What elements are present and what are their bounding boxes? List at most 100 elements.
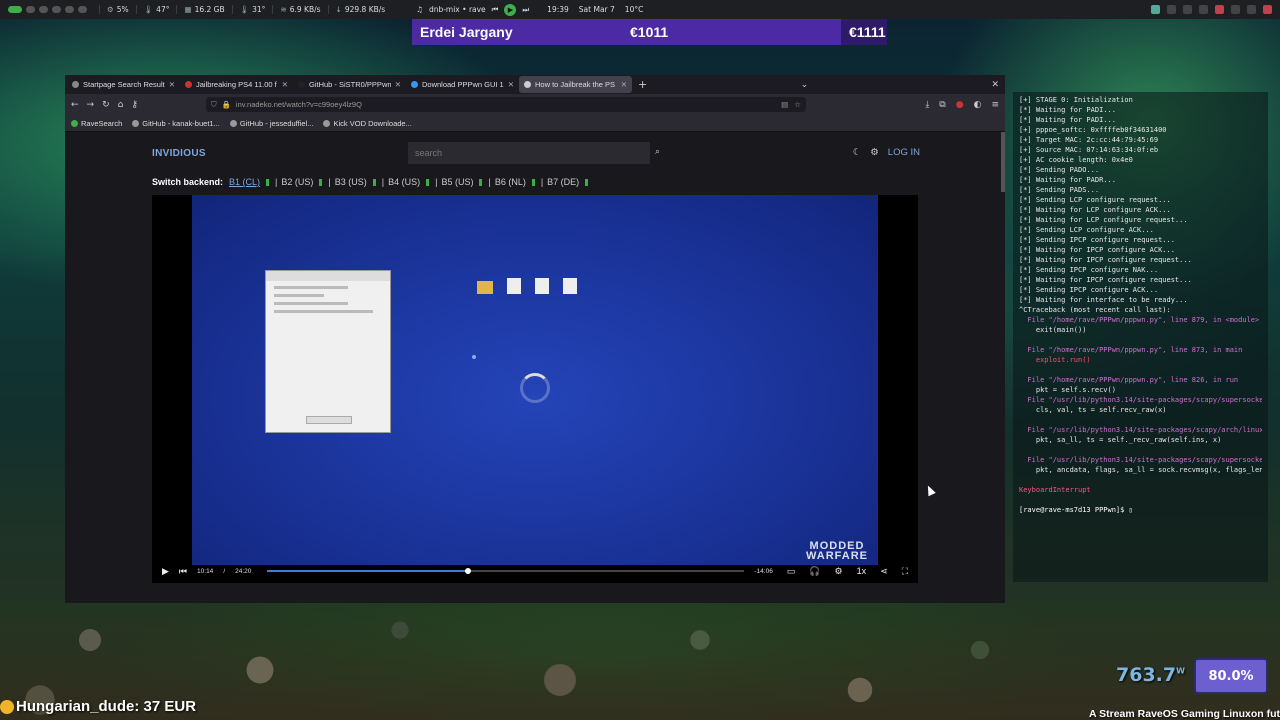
audio-track-icon[interactable]: 🎧 xyxy=(809,566,820,577)
backend-b5[interactable]: B5 (US) xyxy=(441,177,473,187)
video-player[interactable]: MODDED WARFARE ▶ ⏮ 10:14 / 24:20 -14:06 … xyxy=(152,195,918,583)
tray-app-icon[interactable] xyxy=(1215,5,1224,14)
search-input[interactable]: search xyxy=(408,142,650,164)
login-link[interactable]: LOG IN xyxy=(888,147,920,158)
terminal-line: [*] Waiting for IPCP configure request..… xyxy=(1019,276,1192,284)
terminal-line: [+] pppoe_softc: 0xffffeb0f34631400 xyxy=(1019,126,1167,134)
prev-track-icon[interactable]: ⏮ xyxy=(492,5,499,15)
browser-tab-active[interactable]: How to Jailbreak the PS ✕ xyxy=(519,76,632,93)
close-icon[interactable]: ✕ xyxy=(508,80,514,89)
backend-b4[interactable]: B4 (US) xyxy=(388,177,420,187)
address-bar[interactable]: ⛉ 🔒 inv.nadeko.net/watch?v=c99oey4lz9Q ▤… xyxy=(205,97,806,112)
play-icon[interactable]: ▶ xyxy=(162,566,169,577)
donation-goal-banner: Erdei Jargany €1011 €1111 xyxy=(412,19,887,45)
share-icon[interactable]: ⋖ xyxy=(880,566,888,577)
gear-icon[interactable]: ⚙ xyxy=(835,566,843,577)
fullscreen-icon[interactable]: ⛶ xyxy=(902,566,908,577)
thermometer-icon: 🌡 xyxy=(239,5,250,14)
workspace-5[interactable] xyxy=(65,6,74,13)
menu-icon[interactable]: ≡ xyxy=(991,100,999,110)
dark-mode-icon[interactable]: ☾ xyxy=(853,147,862,158)
browser-tab[interactable]: Jailbreaking PS4 11.00 f ✕ xyxy=(180,76,293,93)
close-icon[interactable]: ✕ xyxy=(282,80,288,89)
shield-icon[interactable]: ⛉ xyxy=(211,100,217,110)
seek-bar-handle[interactable] xyxy=(464,568,471,574)
browser-tab[interactable]: Download PPPwn GUI 1 ✕ xyxy=(406,76,519,93)
backend-b1[interactable]: B1 (CL) xyxy=(229,177,260,187)
clock[interactable]: 19:39 Sat Mar 7 10°C xyxy=(547,5,643,14)
reload-icon[interactable]: ↻ xyxy=(102,100,110,110)
bookmark-item[interactable]: GitHub - kanak-buet1... xyxy=(132,119,220,128)
captions-icon[interactable]: ▭ xyxy=(787,566,796,577)
workspace-4[interactable] xyxy=(52,6,61,13)
video-frame[interactable]: MODDED WARFARE xyxy=(192,195,878,565)
github-icon xyxy=(298,81,305,88)
page-scrollbar[interactable] xyxy=(1001,132,1005,192)
browser-tab[interactable]: GitHub - SiSTR0/PPPwn ✕ xyxy=(293,76,406,93)
browser-window: Startpage Search Result ✕ Jailbreaking PS… xyxy=(65,75,1005,603)
downloads-icon[interactable]: ⤓ xyxy=(925,100,929,110)
bookmark-item[interactable]: GitHub - jesseduffiel... xyxy=(229,119,313,128)
browser-tab[interactable]: Startpage Search Result ✕ xyxy=(67,76,180,93)
bookmark-item[interactable]: RaveSearch xyxy=(71,119,122,128)
tray-app-icon[interactable] xyxy=(1167,5,1176,14)
terminal-line: [*] Waiting for PADR... xyxy=(1019,176,1116,184)
tray-app-icon[interactable] xyxy=(1247,5,1256,14)
terminal-line: [*] Waiting for IPCP configure ACK... xyxy=(1019,246,1175,254)
close-icon[interactable]: ✕ xyxy=(621,80,627,89)
tray-app-icon[interactable] xyxy=(1151,5,1160,14)
extensions-icon[interactable]: ⧉ xyxy=(939,100,945,110)
backend-b3[interactable]: B3 (US) xyxy=(335,177,367,187)
workspace-1[interactable] xyxy=(8,6,22,13)
backend-b6[interactable]: B6 (NL) xyxy=(495,177,526,187)
terminal-window[interactable]: [+] STAGE 0: Initialization [*] Waiting f… xyxy=(1013,92,1268,582)
invidious-logo[interactable]: INVIDIOUS xyxy=(152,148,206,159)
bookmark-item[interactable]: Kick VOD Downloade... xyxy=(323,119,412,128)
seek-bar[interactable] xyxy=(267,568,745,574)
power-icon[interactable] xyxy=(1263,5,1272,14)
backend-status-bar xyxy=(531,178,535,186)
list-tabs-chevron-icon[interactable]: ⌄ xyxy=(801,80,809,90)
terminal-prompt[interactable]: [rave@rave-ms7d13 PPPwn]$ ▯ xyxy=(1019,505,1262,515)
terminal-line: File "/usr/lib/python3.14/site-packages/… xyxy=(1027,426,1262,434)
tray-app-icon[interactable] xyxy=(1231,5,1240,14)
bookmark-star-icon[interactable]: ☆ xyxy=(794,100,801,109)
key-icon[interactable]: ⚷ xyxy=(131,100,138,110)
tray-app-icon[interactable] xyxy=(1183,5,1192,14)
favicon-icon xyxy=(185,81,192,88)
close-icon[interactable]: ✕ xyxy=(395,80,401,89)
next-track-icon[interactable]: ⏭ xyxy=(522,5,529,15)
duration: 24:20 xyxy=(235,567,252,575)
close-icon[interactable]: ✕ xyxy=(169,80,175,89)
backend-b2[interactable]: B2 (US) xyxy=(281,177,313,187)
workspace-switcher[interactable] xyxy=(8,6,87,13)
previous-icon[interactable]: ⏮ xyxy=(179,566,187,577)
mask-icon[interactable]: ◐ xyxy=(974,100,982,110)
reader-icon[interactable]: ▤ xyxy=(781,100,788,109)
back-icon[interactable]: ← xyxy=(71,100,79,110)
workspace-6[interactable] xyxy=(78,6,87,13)
seek-bar-fill xyxy=(267,570,468,572)
gear-icon[interactable]: ⚙ xyxy=(870,147,879,158)
forward-icon[interactable]: → xyxy=(87,100,95,110)
workspace-2[interactable] xyxy=(26,6,35,13)
lock-icon[interactable]: 🔒 xyxy=(222,100,231,109)
terminal-line: [*] Sending IPCP configure ACK... xyxy=(1019,286,1159,294)
playback-speed[interactable]: 1x xyxy=(857,566,867,576)
favicon-icon xyxy=(72,81,79,88)
window-close-icon[interactable]: ✕ xyxy=(991,80,999,90)
ublock-icon[interactable]: ● xyxy=(956,100,964,110)
url-text[interactable]: inv.nadeko.net/watch?v=c99oey4lz9Q xyxy=(236,100,362,109)
play-pause-button[interactable]: ▶ xyxy=(504,3,517,16)
home-icon[interactable]: ⌂ xyxy=(118,100,124,110)
tray-app-icon[interactable] xyxy=(1199,5,1208,14)
workspace-3[interactable] xyxy=(39,6,48,13)
switch-backend-row: Switch backend: B1 (CL) | B2 (US) | B3 (US… xyxy=(152,177,590,187)
search-icon[interactable]: ⌕ xyxy=(655,147,660,157)
new-tab-button[interactable]: + xyxy=(638,78,647,91)
switch-backend-label: Switch backend: xyxy=(152,177,224,187)
media-widget[interactable]: ♫ dnb-mix • rave ⏮ ▶ ⏭ xyxy=(416,3,529,16)
backend-b7[interactable]: B7 (DE) xyxy=(547,177,579,187)
bookmarks-bar: RaveSearch GitHub - kanak-buet1... GitHu… xyxy=(65,115,1005,132)
